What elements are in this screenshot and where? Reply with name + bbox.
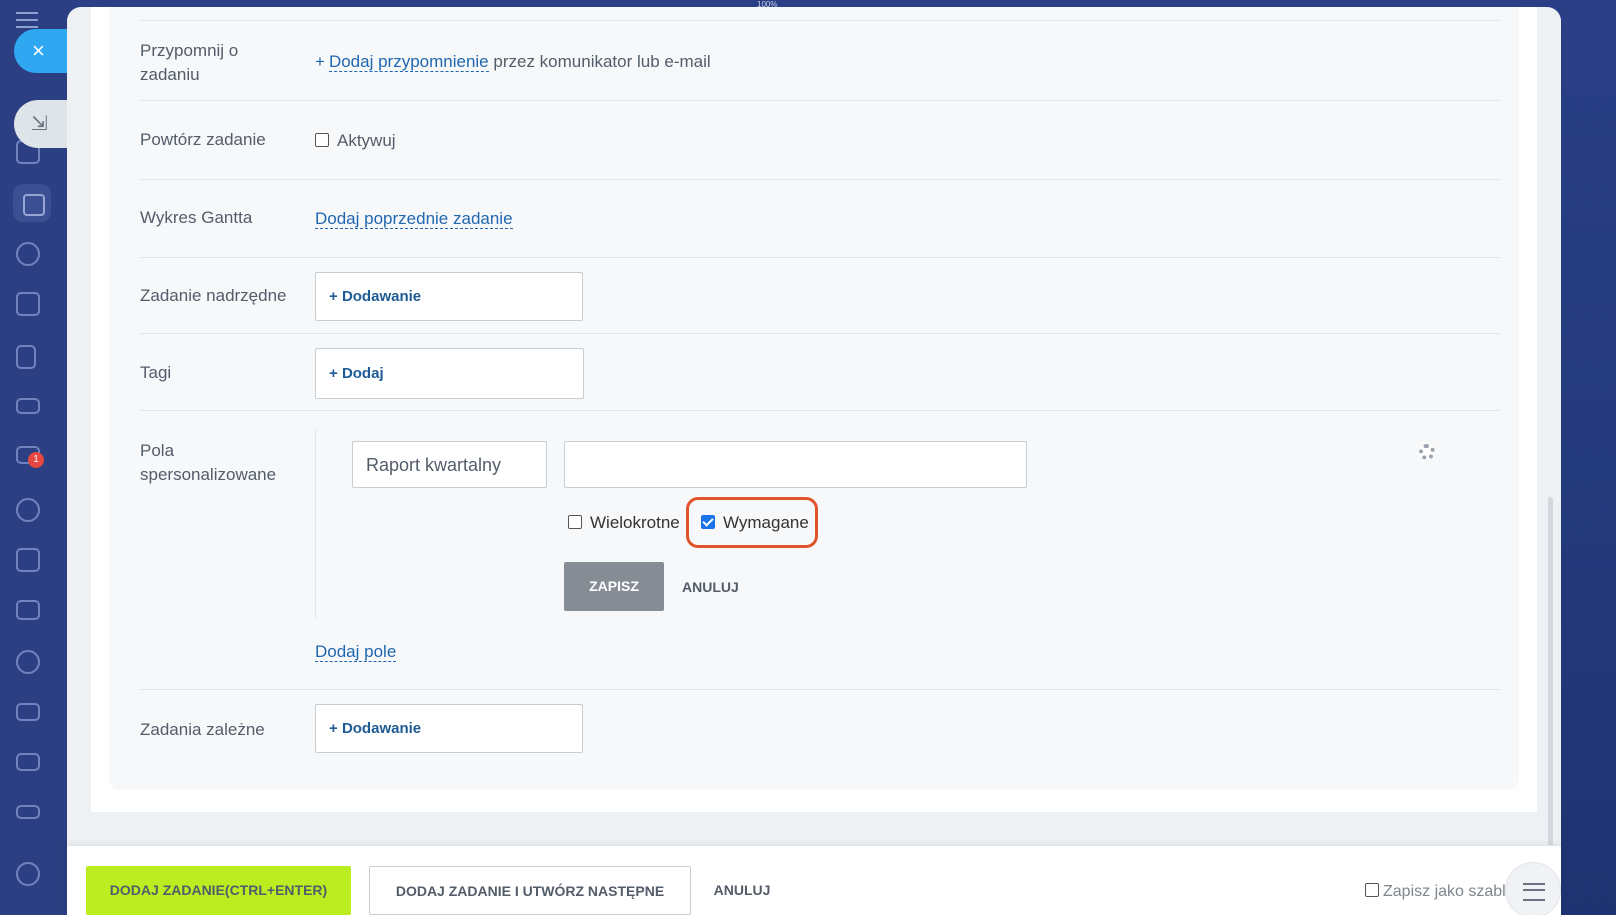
reminder-suffix: przez komunikator lub e-mail xyxy=(493,52,711,71)
documents-icon[interactable] xyxy=(16,345,36,369)
gantt-label: Wykres Gantta xyxy=(140,208,253,227)
close-icon: × xyxy=(32,38,45,63)
add-tag-label: Dodaj xyxy=(341,365,384,382)
add-and-create-next-button[interactable]: DODAJ ZADANIE I UTWÓRZ NASTĘPNE xyxy=(369,866,691,915)
mail-badge: 1 xyxy=(28,452,44,468)
cancel-field-button[interactable]: ANULUJ xyxy=(682,579,739,595)
row-custom-fields: Pola spersonalizowane Raport kwartalny W… xyxy=(140,411,1500,690)
row-repeat: Powtórz zadanie Aktywuj xyxy=(140,101,1500,180)
drive-icon[interactable] xyxy=(16,398,40,414)
plus-icon: + xyxy=(315,52,325,71)
sites-icon[interactable] xyxy=(16,805,40,819)
repeat-checkbox-label: Aktywuj xyxy=(337,131,396,150)
minimize-icon: ⇲ xyxy=(31,113,48,135)
row-reminder: Przypomnij o zadaniu + Dodaj przypomnieni… xyxy=(140,21,1500,101)
row-gantt: Wykres Gantta Dodaj poprzednie zadanie xyxy=(140,180,1500,258)
row-parent-task: Zadanie nadrzędne + Dodawanie xyxy=(140,258,1500,334)
save-field-button[interactable]: ZAPISZ xyxy=(564,562,664,611)
plus-icon: + xyxy=(329,288,342,305)
add-dependent-task-label: Dodawanie xyxy=(341,720,422,737)
custom-field-name-input[interactable]: Raport kwartalny xyxy=(352,441,547,488)
add-task-button[interactable]: DODAJ ZADANIE(CTRL+ENTER) xyxy=(86,866,351,915)
multiple-checkbox[interactable] xyxy=(568,515,582,529)
add-reminder-link[interactable]: Dodaj przypomnienie xyxy=(328,52,489,72)
tags-label: Tagi xyxy=(140,363,172,382)
dependent-tasks-label: Zadania zależne xyxy=(140,720,265,739)
form-card: Przypomnij o zadaniu + Dodaj przypomnieni… xyxy=(109,7,1519,790)
chat-icon[interactable] xyxy=(16,242,40,266)
save-template-checkbox[interactable] xyxy=(1365,883,1379,897)
repeat-content: Aktywuj xyxy=(315,131,396,151)
add-field-link[interactable]: Dodaj pole xyxy=(315,642,397,662)
shop-icon[interactable] xyxy=(16,753,40,771)
add-previous-task-link[interactable]: Dodaj poprzednie zadanie xyxy=(315,209,513,229)
panel-content: Przypomnij o zadaniu + Dodaj przypomnieni… xyxy=(91,7,1537,812)
cancel-task-button[interactable]: ANULUJ xyxy=(707,866,777,915)
plus-icon: + xyxy=(329,365,342,382)
list-menu-icon[interactable] xyxy=(1505,862,1561,915)
parent-task-label: Zadanie nadrzędne xyxy=(140,286,287,305)
minimize-panel-button[interactable]: ⇲ xyxy=(14,100,74,148)
contacts-icon[interactable] xyxy=(16,498,40,522)
footer-bar: DODAJ ZADANIE(CTRL+ENTER) DODAJ ZADANIE … xyxy=(67,845,1561,915)
gear-icon[interactable] xyxy=(1419,444,1435,460)
calendar-icon[interactable] xyxy=(16,292,40,316)
repeat-label: Powtórz zadanie xyxy=(140,130,266,149)
add-parent-task-label: Dodawanie xyxy=(341,288,422,305)
add-tag-button[interactable]: + Dodaj xyxy=(315,348,584,399)
crm-icon[interactable] xyxy=(16,600,40,620)
menu-icon[interactable] xyxy=(16,12,38,28)
reminder-label: Przypomnij o zadaniu xyxy=(140,41,239,84)
add-field-wrap: Dodaj pole xyxy=(315,642,397,662)
custom-field-value-input[interactable] xyxy=(564,441,1027,488)
multiple-option: Wielokrotne xyxy=(568,513,680,533)
task-slider-panel: 100% Przypomnij o zadaniu + Dodaj przypom… xyxy=(67,0,1561,915)
gantt-content: Dodaj poprzednie zadanie xyxy=(315,209,513,229)
custom-fields-label: Pola spersonalizowane xyxy=(140,441,277,484)
row-tags: Tagi + Dodaj xyxy=(140,334,1500,411)
required-highlight-frame xyxy=(686,497,818,548)
settings-icon[interactable] xyxy=(16,862,40,886)
save-template-option: Zapisz jako szablon xyxy=(1365,883,1524,901)
close-panel-button[interactable]: × xyxy=(14,29,74,73)
marketing-icon[interactable] xyxy=(16,650,40,674)
funnel-icon[interactable] xyxy=(16,703,40,721)
reminder-content: + Dodaj przypomnienie przez komunikator l… xyxy=(315,52,711,72)
multiple-label: Wielokrotne xyxy=(590,513,680,532)
workgroups-icon[interactable] xyxy=(16,548,40,572)
add-dependent-task-button[interactable]: + Dodawanie xyxy=(315,704,583,753)
add-parent-task-button[interactable]: + Dodawanie xyxy=(315,272,583,321)
plus-icon: + xyxy=(329,720,342,737)
scrollbar[interactable] xyxy=(1548,497,1553,897)
repeat-checkbox[interactable] xyxy=(315,133,329,147)
row-dependent-tasks: Zadania zależne + Dodawanie xyxy=(140,690,1500,770)
row-divider xyxy=(140,7,1500,21)
tasks-icon[interactable] xyxy=(13,184,51,222)
save-template-label: Zapisz jako szablon xyxy=(1383,883,1524,900)
